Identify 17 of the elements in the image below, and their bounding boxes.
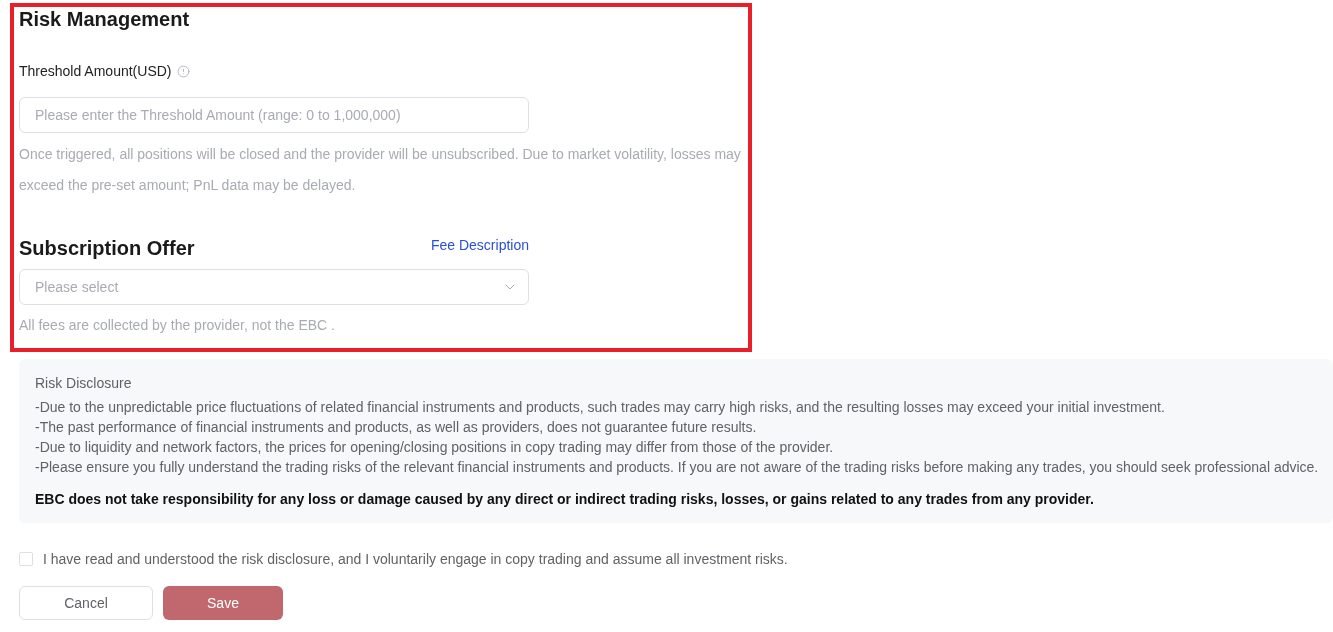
panel-title: Risk Disclosure (35, 374, 133, 393)
agreement-label: I have read and understood the risk disclosure, and I voluntarily engage in copy trading and assume all investment risks. (43, 550, 788, 569)
exclamation-circle-icon[interactable] (176, 64, 190, 78)
disclosure-line: -Due to the unpredictable price fluctuations of related financial instruments and products, such trades may carry high risks, and the resulting losses may exceed your initial investment. (35, 398, 1166, 417)
agreement-checkbox[interactable] (19, 552, 33, 566)
help-text: Once triggered, all positions will be closed and the provider will be unsubscribed. Due to market volatility, losses may exceed the pre-set amount; PnL data may be delayed. (19, 145, 742, 195)
section-title: Risk Management (19, 7, 191, 31)
section-title: Subscription Offer (19, 236, 195, 260)
disclosure-line: -Please ensure you fully understand the trading risks of the relevant financial instruments and products. If you are not aware of the trading risks before making any trades, you should seek professional advice. (35, 458, 1320, 477)
cancel-button[interactable]: Cancel (19, 586, 153, 620)
note-text: All fees are collected by the provider, not the EBC . (19, 316, 336, 335)
field-label: Threshold Amount(USD) (19, 62, 172, 81)
threshold-input-field[interactable]: Please enter the Threshold Amount (range: 0 to 1,000,000) (19, 97, 529, 133)
disclaimer-text: EBC does not take responsibility for any loss or damage caused by any direct or indirect trading risks, losses, or gains related to any trades from any provider. (35, 490, 1095, 509)
disclosure-line: -The past performance of financial instruments and products, as well as providers, does not guarantee future results. (35, 418, 758, 437)
fee-description-link[interactable]: Fee Description (430, 235, 529, 255)
disclosure-line: -Due to liquidity and network factors, the prices for opening/closing positions in copy trading may differ from those of the provider. (35, 438, 835, 457)
